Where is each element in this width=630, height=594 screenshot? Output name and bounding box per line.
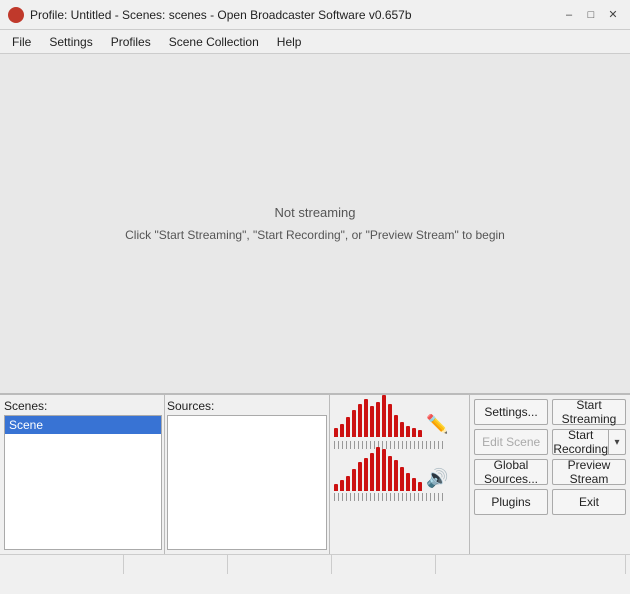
scene-item[interactable]: Scene xyxy=(5,416,161,434)
status-seg-4 xyxy=(336,555,436,574)
meter-bar xyxy=(334,484,338,491)
menu-profiles[interactable]: Profiles xyxy=(103,31,159,53)
scenes-panel: Scenes: Scene xyxy=(0,395,165,554)
window-controls: – □ ✕ xyxy=(560,6,622,24)
meter-bar xyxy=(376,447,380,491)
meter-bar xyxy=(418,482,422,491)
meter-bar xyxy=(340,424,344,437)
maximize-button[interactable]: □ xyxy=(582,6,600,24)
minimize-button[interactable]: – xyxy=(560,6,578,24)
meter-bar xyxy=(418,430,422,437)
not-streaming-label: Not streaming xyxy=(275,205,356,220)
meter-bar xyxy=(352,410,356,438)
meter-bar xyxy=(382,395,386,437)
status-seg-2 xyxy=(128,555,228,574)
start-recording-button[interactable]: Start Recording xyxy=(552,429,608,455)
meter-bar xyxy=(406,473,410,491)
exit-button[interactable]: Exit xyxy=(552,489,626,515)
global-sources-button[interactable]: Global Sources... xyxy=(474,459,548,485)
speaker-meter-row: 🔊 xyxy=(334,453,465,491)
meter-bar xyxy=(388,456,392,491)
window-title: Profile: Untitled - Scenes: scenes - Ope… xyxy=(30,8,412,22)
btn-row-3: Global Sources... Preview Stream xyxy=(474,459,626,485)
btn-row-1: Settings... Start Streaming xyxy=(474,399,626,425)
meter-bar xyxy=(352,469,356,491)
meter-bar xyxy=(364,458,368,491)
menu-help[interactable]: Help xyxy=(269,31,310,53)
meter-bar xyxy=(370,406,374,437)
mic-bars xyxy=(334,399,422,437)
title-bar: Profile: Untitled - Scenes: scenes - Ope… xyxy=(0,0,630,30)
speaker-bars xyxy=(334,453,422,491)
sources-panel: Sources: xyxy=(165,395,330,554)
meter-bar xyxy=(334,428,338,437)
scenes-label: Scenes: xyxy=(4,399,162,413)
hint-label: Click "Start Streaming", "Start Recordin… xyxy=(125,228,505,242)
obs-icon xyxy=(8,7,24,23)
mic-meter-row: ✏️ xyxy=(334,399,465,437)
mic-icon[interactable]: ✏️ xyxy=(426,414,448,435)
meter-bar xyxy=(364,399,368,438)
edit-scene-button[interactable]: Edit Scene xyxy=(474,429,548,455)
meter-bar xyxy=(400,467,404,491)
scenes-list[interactable]: Scene xyxy=(4,415,162,550)
meter-bar xyxy=(340,480,344,491)
meter-bar xyxy=(406,426,410,437)
title-left: Profile: Untitled - Scenes: scenes - Ope… xyxy=(8,7,412,23)
meter-bar xyxy=(346,476,350,491)
meter-bar xyxy=(400,422,404,437)
btn-row-2: Edit Scene Start Recording ▾ xyxy=(474,429,626,455)
menu-file[interactable]: File xyxy=(4,31,39,53)
plugins-button[interactable]: Plugins xyxy=(474,489,548,515)
status-bar xyxy=(0,554,630,574)
buttons-panel: Settings... Start Streaming Edit Scene S… xyxy=(470,395,630,554)
menu-bar: File Settings Profiles Scene Collection … xyxy=(0,30,630,54)
start-recording-split: Start Recording ▾ xyxy=(552,429,626,455)
meter-bar xyxy=(412,428,416,437)
meter-bar xyxy=(394,460,398,491)
meter-bar xyxy=(358,404,362,437)
meter-bar xyxy=(412,478,416,491)
meter-bar xyxy=(370,453,374,492)
preview-area: Not streaming Click "Start Streaming", "… xyxy=(0,54,630,394)
status-seg-5 xyxy=(440,555,626,574)
btn-row-4: Plugins Exit xyxy=(474,489,626,515)
meter-bar xyxy=(388,404,392,437)
menu-settings[interactable]: Settings xyxy=(41,31,100,53)
sources-label: Sources: xyxy=(167,399,327,413)
menu-scene-collection[interactable]: Scene Collection xyxy=(161,31,267,53)
status-seg-3 xyxy=(232,555,332,574)
speaker-icon[interactable]: 🔊 xyxy=(426,468,448,489)
close-button[interactable]: ✕ xyxy=(604,6,622,24)
meter-bar xyxy=(346,417,350,437)
mic-scale xyxy=(334,441,444,449)
sources-list[interactable] xyxy=(167,415,327,550)
audio-meters-panel: ✏️ 🔊 xyxy=(330,395,470,554)
start-recording-dropdown[interactable]: ▾ xyxy=(608,429,626,455)
status-seg-1 xyxy=(4,555,124,574)
meter-bar xyxy=(394,415,398,437)
meter-bar xyxy=(358,462,362,491)
preview-stream-button[interactable]: Preview Stream xyxy=(552,459,626,485)
settings-button[interactable]: Settings... xyxy=(474,399,548,425)
start-streaming-button[interactable]: Start Streaming xyxy=(552,399,626,425)
speaker-scale xyxy=(334,493,444,501)
meter-bar xyxy=(382,449,386,491)
meter-bar xyxy=(376,402,380,437)
